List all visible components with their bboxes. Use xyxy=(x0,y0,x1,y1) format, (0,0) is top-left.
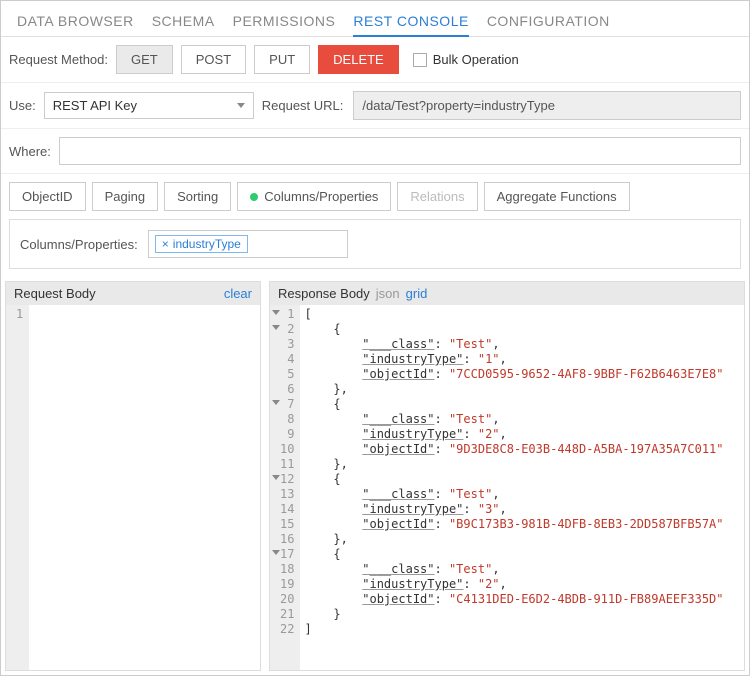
opt-paging[interactable]: Paging xyxy=(92,182,158,211)
view-json-link[interactable]: json xyxy=(376,286,400,301)
use-selected: REST API Key xyxy=(53,98,137,113)
tab-rest-console[interactable]: REST CONSOLE xyxy=(353,9,468,37)
response-body-editor[interactable]: [ { "___class": "Test", "industryType": … xyxy=(300,305,744,670)
opt-columns-label: Columns/Properties xyxy=(264,189,378,204)
columns-properties-label: Columns/Properties: xyxy=(20,237,138,252)
tab-configuration[interactable]: CONFIGURATION xyxy=(487,9,610,36)
columns-properties-input[interactable]: × industryType xyxy=(148,230,348,258)
method-put-button[interactable]: PUT xyxy=(254,45,310,74)
property-tag-label: industryType xyxy=(173,237,241,251)
view-grid-link[interactable]: grid xyxy=(406,286,428,301)
request-url-input[interactable]: /data/Test?property=industryType xyxy=(353,91,741,120)
request-body-editor[interactable] xyxy=(29,305,260,670)
clear-request-link[interactable]: clear xyxy=(224,286,252,301)
request-url-label: Request URL: xyxy=(262,98,344,113)
tab-permissions[interactable]: PERMISSIONS xyxy=(233,9,336,36)
request-body-title: Request Body xyxy=(14,286,96,301)
active-dot-icon xyxy=(250,193,258,201)
remove-tag-icon[interactable]: × xyxy=(162,237,169,251)
property-tag[interactable]: × industryType xyxy=(155,235,248,253)
use-label: Use: xyxy=(9,98,36,113)
method-get-button[interactable]: GET xyxy=(116,45,173,74)
request-method-label: Request Method: xyxy=(9,52,108,67)
response-body-panel: Response Body json grid 1234567891011121… xyxy=(269,281,745,671)
bulk-operation-checkbox[interactable] xyxy=(413,53,427,67)
chevron-down-icon xyxy=(237,103,245,108)
method-post-button[interactable]: POST xyxy=(181,45,246,74)
opt-relations[interactable]: Relations xyxy=(397,182,477,211)
response-body-title: Response Body xyxy=(278,286,370,301)
opt-aggregate[interactable]: Aggregate Functions xyxy=(484,182,630,211)
method-delete-button[interactable]: DELETE xyxy=(318,45,399,74)
tab-data-browser[interactable]: DATA BROWSER xyxy=(17,9,134,36)
where-label: Where: xyxy=(9,144,51,159)
opt-objectid[interactable]: ObjectID xyxy=(9,182,86,211)
use-dropdown[interactable]: REST API Key xyxy=(44,92,254,119)
tab-schema[interactable]: SCHEMA xyxy=(152,9,215,36)
opt-columns-properties[interactable]: Columns/Properties xyxy=(237,182,391,211)
opt-sorting[interactable]: Sorting xyxy=(164,182,231,211)
request-body-panel: Request Body clear 1 xyxy=(5,281,261,671)
bulk-operation-label: Bulk Operation xyxy=(433,52,519,67)
where-input[interactable] xyxy=(59,137,741,165)
